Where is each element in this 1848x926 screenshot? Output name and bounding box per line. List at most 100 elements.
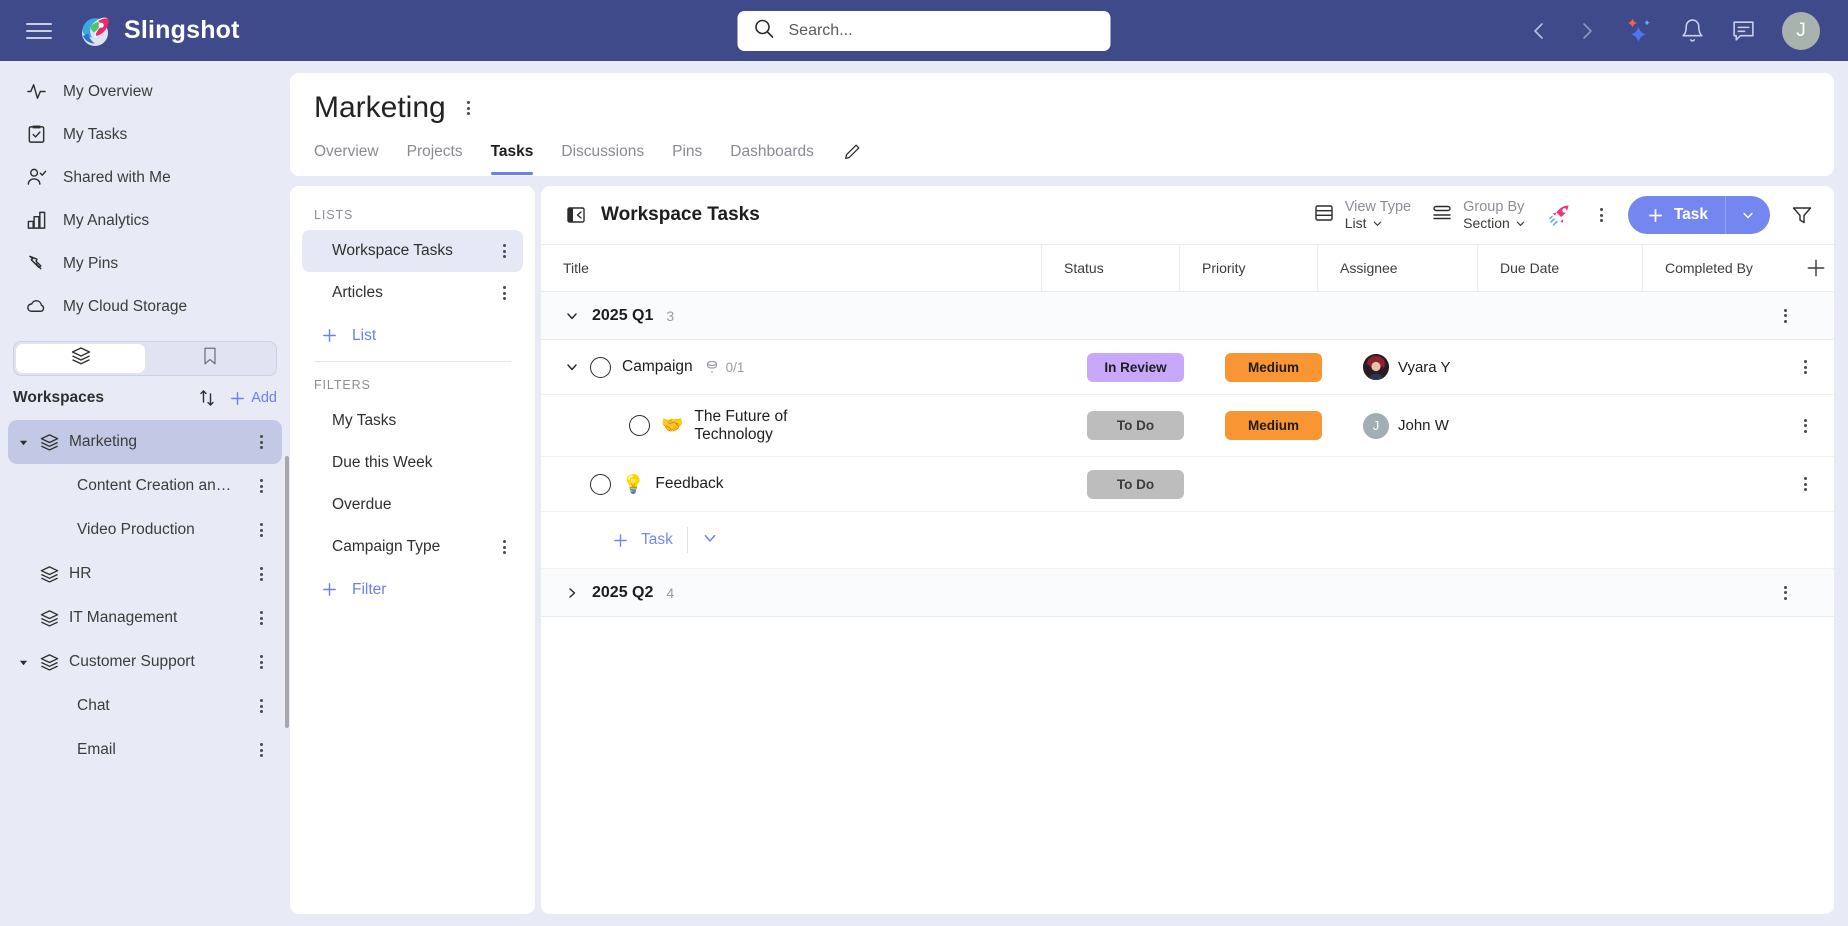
kebab-icon[interactable] bbox=[255, 430, 268, 454]
user-avatar[interactable]: J bbox=[1782, 11, 1820, 50]
add-workspace-button[interactable]: Add bbox=[228, 389, 277, 408]
sort-arrows-icon[interactable] bbox=[196, 387, 218, 409]
workspace-item-video-production[interactable]: Video Production bbox=[8, 508, 282, 552]
status-badge[interactable]: In Review bbox=[1087, 352, 1184, 382]
tab-overview[interactable]: Overview bbox=[314, 143, 379, 175]
task-complete-checkbox[interactable] bbox=[590, 356, 611, 378]
chevron-right-icon[interactable] bbox=[565, 586, 579, 600]
chevron-down-icon[interactable] bbox=[565, 360, 579, 374]
add-task-button[interactable]: Task bbox=[1627, 196, 1770, 234]
filter-item-my-tasks[interactable]: My Tasks bbox=[302, 400, 523, 442]
search-box[interactable] bbox=[737, 10, 1111, 51]
sidebar-item-my-overview[interactable]: My Overview bbox=[0, 70, 290, 113]
sidebar-item-my-pins[interactable]: My Pins bbox=[0, 242, 290, 285]
caret-down-icon[interactable] bbox=[17, 658, 30, 667]
inline-add-task-button[interactable]: Task bbox=[611, 531, 673, 550]
bell-icon[interactable] bbox=[1680, 18, 1705, 43]
tab-discussions[interactable]: Discussions bbox=[561, 143, 644, 175]
task-complete-checkbox[interactable] bbox=[590, 473, 611, 495]
add-filter-button[interactable]: Filter bbox=[290, 568, 535, 611]
tab-tasks[interactable]: Tasks bbox=[490, 143, 533, 175]
sidebar-item-my-tasks[interactable]: My Tasks bbox=[0, 113, 290, 156]
task-assignee-cell[interactable]: J John W bbox=[1341, 412, 1501, 439]
workspace-item-it-management[interactable]: IT Management bbox=[8, 596, 282, 640]
kebab-icon[interactable] bbox=[255, 650, 268, 674]
workspace-item-customer-support[interactable]: Customer Support bbox=[8, 640, 282, 684]
sidebar-item-my-cloud-storage[interactable]: My Cloud Storage bbox=[0, 285, 290, 328]
segment-workspaces[interactable] bbox=[16, 344, 145, 373]
list-item-workspace-tasks[interactable]: Workspace Tasks bbox=[302, 230, 523, 272]
task-assignee-cell[interactable]: Vyara Y bbox=[1341, 354, 1501, 380]
chevron-left-icon[interactable] bbox=[1528, 20, 1550, 42]
kebab-icon[interactable] bbox=[255, 562, 268, 586]
filter-item-campaign-type[interactable]: Campaign Type bbox=[302, 526, 523, 568]
add-task-dropdown[interactable] bbox=[1726, 208, 1770, 222]
kebab-icon[interactable] bbox=[498, 281, 511, 305]
chat-icon[interactable] bbox=[1731, 18, 1756, 43]
group-row-2025-q2[interactable]: 2025 Q2 4 bbox=[541, 569, 1834, 617]
tab-pins[interactable]: Pins bbox=[672, 143, 702, 175]
segment-bookmarks[interactable] bbox=[145, 344, 274, 373]
status-badge[interactable]: To Do bbox=[1087, 411, 1184, 440]
workspace-item-marketing[interactable]: Marketing bbox=[8, 420, 282, 464]
group-row-2025-q1[interactable]: 2025 Q1 3 bbox=[541, 292, 1834, 340]
kebab-icon[interactable] bbox=[498, 535, 511, 559]
status-badge[interactable]: To Do bbox=[1087, 469, 1184, 499]
caret-down-icon[interactable] bbox=[17, 438, 30, 447]
tab-projects[interactable]: Projects bbox=[407, 143, 463, 175]
filter-item-overdue[interactable]: Overdue bbox=[302, 484, 523, 526]
chevron-right-icon[interactable] bbox=[1576, 20, 1598, 42]
kebab-icon[interactable] bbox=[1799, 472, 1812, 496]
kebab-icon[interactable] bbox=[255, 474, 268, 498]
kebab-icon[interactable] bbox=[255, 694, 268, 718]
group-by-control[interactable]: Group By Section bbox=[1431, 199, 1526, 231]
workspace-item-email[interactable]: Email bbox=[8, 728, 282, 772]
chevron-down-icon[interactable] bbox=[565, 309, 579, 323]
inline-add-task-dropdown[interactable] bbox=[702, 530, 718, 551]
kebab-icon[interactable] bbox=[498, 239, 511, 263]
kebab-icon[interactable] bbox=[1779, 304, 1792, 328]
add-task-main[interactable]: Task bbox=[1628, 206, 1725, 225]
kebab-icon[interactable] bbox=[1779, 581, 1792, 605]
brand[interactable]: Slingshot bbox=[78, 14, 240, 48]
table-row[interactable]: 🤝 The Future of Technology To Do Medium … bbox=[541, 395, 1834, 457]
add-column-button[interactable] bbox=[1776, 245, 1834, 291]
search-input[interactable] bbox=[788, 21, 1095, 40]
kebab-icon[interactable] bbox=[462, 96, 475, 120]
workspace-item-hr[interactable]: HR bbox=[8, 552, 282, 596]
column-header-completed-by[interactable]: Completed By bbox=[1643, 245, 1776, 291]
sidebar-scrollbar[interactable] bbox=[285, 456, 289, 728]
column-header-title[interactable]: Title bbox=[541, 245, 1042, 291]
column-header-due-date[interactable]: Due Date bbox=[1478, 245, 1643, 291]
kebab-icon[interactable] bbox=[255, 738, 268, 762]
tab-dashboards[interactable]: Dashboards bbox=[730, 143, 814, 175]
workspace-item-content-creation[interactable]: Content Creation an… bbox=[8, 464, 282, 508]
workspaces-header: Workspaces Add bbox=[0, 376, 290, 420]
sidebar-item-shared-with-me[interactable]: Shared with Me bbox=[0, 156, 290, 199]
list-item-articles[interactable]: Articles bbox=[302, 272, 523, 314]
sidebar-item-my-analytics[interactable]: My Analytics bbox=[0, 199, 290, 242]
kebab-icon[interactable] bbox=[255, 518, 268, 542]
kebab-icon[interactable] bbox=[1799, 355, 1812, 379]
column-header-status[interactable]: Status bbox=[1042, 245, 1180, 291]
priority-badge[interactable]: Medium bbox=[1225, 411, 1322, 440]
priority-badge[interactable]: Medium bbox=[1225, 352, 1322, 382]
hamburger-icon[interactable] bbox=[26, 22, 52, 39]
view-type-control[interactable]: View Type List bbox=[1313, 199, 1411, 231]
ai-sparkle-icon[interactable] bbox=[1624, 17, 1654, 45]
kebab-icon[interactable] bbox=[255, 606, 268, 630]
add-list-button[interactable]: List bbox=[290, 314, 535, 357]
workspace-item-chat[interactable]: Chat bbox=[8, 684, 282, 728]
kebab-icon[interactable] bbox=[1799, 414, 1812, 438]
collapse-panel-icon[interactable] bbox=[565, 204, 587, 226]
funnel-icon[interactable] bbox=[1790, 203, 1814, 227]
table-row[interactable]: 💡 Feedback To Do bbox=[541, 457, 1834, 512]
table-row[interactable]: Campaign 0/1 In Review Medium Vyara Y bbox=[541, 340, 1834, 395]
column-header-assignee[interactable]: Assignee bbox=[1318, 245, 1478, 291]
column-header-priority[interactable]: Priority bbox=[1180, 245, 1318, 291]
kebab-icon[interactable] bbox=[1595, 203, 1608, 227]
pencil-icon[interactable] bbox=[842, 142, 862, 162]
rocket-icon[interactable] bbox=[1546, 201, 1575, 230]
task-complete-checkbox[interactable] bbox=[629, 415, 650, 436]
filter-item-due-this-week[interactable]: Due this Week bbox=[302, 442, 523, 484]
